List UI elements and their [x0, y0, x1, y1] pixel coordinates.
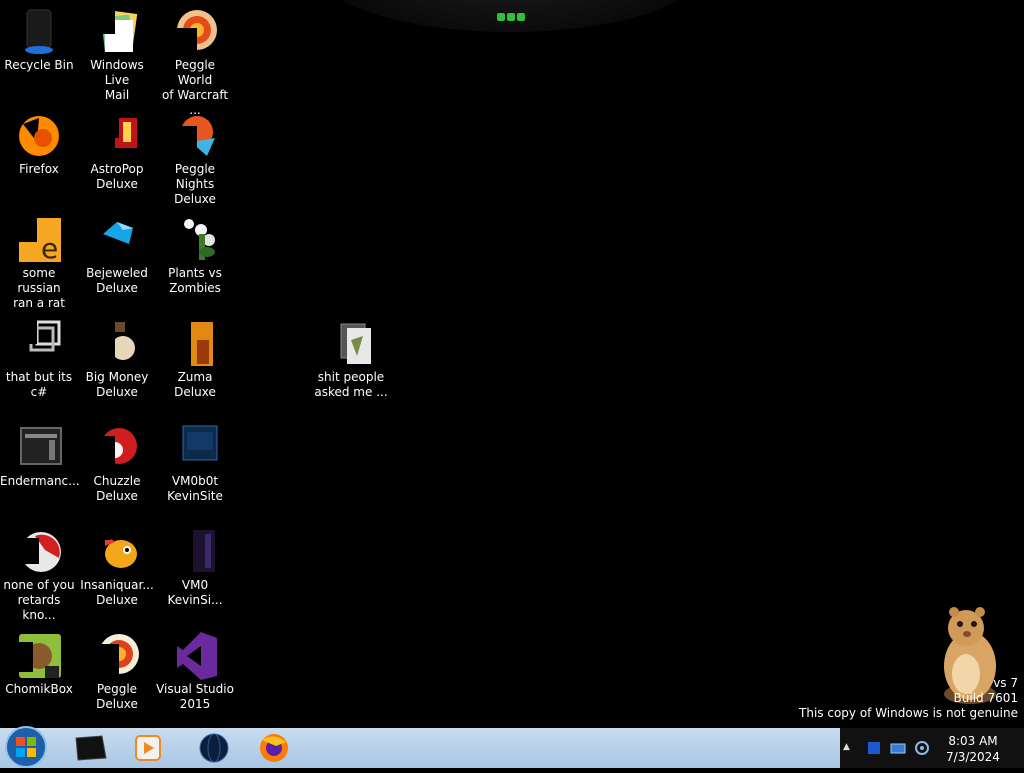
icon-label: Insaniquar... Deluxe: [80, 578, 154, 607]
icon-label: Peggle World of Warcraft ...: [161, 58, 229, 117]
volume-tray-icon[interactable]: [914, 740, 930, 756]
icon-label: Peggle Nights Deluxe: [174, 162, 216, 206]
icon-label: Plants vs Zombies: [168, 266, 222, 295]
watermark-line-2: Build 7601: [953, 691, 1018, 705]
peggle-deluxe-icon: [93, 632, 141, 680]
zuma-deluxe-icon: [171, 320, 219, 368]
desktop-icon-chuzzle-deluxe[interactable]: Chuzzle Deluxe: [78, 424, 156, 504]
icon-label: Firefox: [19, 162, 59, 176]
desktop-icon-insaniquarium-deluxe[interactable]: Insaniquar... Deluxe: [78, 528, 156, 608]
desktop[interactable]: Recycle Bin Firefox e some russian ran a…: [0, 0, 1024, 728]
icon-label: shit people asked me ...: [314, 370, 388, 399]
icon-label: Endermanc...: [0, 474, 80, 488]
desktop-icon-firefox[interactable]: Firefox: [0, 112, 78, 177]
bejeweled-deluxe-icon: [93, 216, 141, 264]
windows-live-mail-icon: [93, 8, 141, 56]
desktop-icon-peggle-world-of-warcraft[interactable]: Peggle World of Warcraft ...: [156, 8, 234, 118]
desktop-icon-zuma-deluxe[interactable]: Zuma Deluxe: [156, 320, 234, 400]
taskbar-app-media-player[interactable]: [120, 730, 176, 766]
desktop-icon-vm0b0t-kevinsite[interactable]: VM0b0t KevinSite: [156, 424, 234, 504]
desktop-icon-visual-studio-2015[interactable]: Visual Studio 2015: [156, 632, 234, 712]
network-tray-icon[interactable]: [890, 740, 906, 756]
icon-label: VM0b0t KevinSite: [167, 474, 223, 503]
icon-label: ChomikBox: [5, 682, 73, 696]
icon-label: none of you retards kno...: [3, 578, 75, 622]
folder-icon: [327, 320, 375, 368]
icon-label: AstroPop Deluxe: [90, 162, 144, 191]
windows-start-orb-icon: [5, 726, 47, 768]
desktop-icon-vm0-kevinsite[interactable]: VM0 KevinSi...: [156, 528, 234, 608]
desktop-icon-recycle-bin[interactable]: Recycle Bin: [0, 8, 78, 73]
chomikbox-icon: [15, 632, 63, 680]
astropop-deluxe-icon: [93, 112, 141, 160]
start-button[interactable]: [4, 725, 48, 769]
icon-label: that but its c#: [5, 370, 73, 399]
desktop-icon-big-money-deluxe[interactable]: Big Money Deluxe: [78, 320, 156, 400]
desktop-icon-plants-vs-zombies[interactable]: Plants vs Zombies: [156, 216, 234, 296]
icon-label: some russian ran a rat: [13, 266, 65, 310]
chuzzle-deluxe-icon: [93, 424, 141, 472]
recycle-bin-icon: [15, 8, 63, 56]
desktop-icon-some-russian-ran-a-rat[interactable]: e some russian ran a rat: [0, 216, 78, 311]
firefox-icon: [15, 112, 63, 160]
watermark-line-1: vs 7: [993, 676, 1018, 690]
globe-app-icon: [199, 733, 229, 763]
some-russian-ran-a-rat-icon: e: [15, 216, 63, 264]
desktop-icon-windows-live-mail[interactable]: Windows Live Mail: [78, 8, 156, 103]
clock-time: 8:03 AM: [948, 734, 998, 748]
svg-text:e: e: [41, 232, 58, 264]
firefox-icon: [260, 734, 288, 762]
desktop-icon-chomikbox[interactable]: ChomikBox: [0, 632, 78, 697]
desktop-icon-peggle-nights-deluxe[interactable]: Peggle Nights Deluxe: [156, 112, 234, 207]
desktop-icon-bejeweled-deluxe[interactable]: Bejeweled Deluxe: [78, 216, 156, 296]
icon-label: Recycle Bin: [4, 58, 74, 72]
peggle-nights-deluxe-icon: [171, 112, 219, 160]
icon-label: Zuma Deluxe: [174, 370, 216, 399]
insaniquarium-deluxe-icon: [93, 528, 141, 576]
green-indicator-icon: [497, 6, 527, 21]
windows-genuine-watermark: vs 7 Build 7601 This copy of Windows is …: [799, 676, 1018, 721]
desktop-icon-folder[interactable]: shit people asked me ...: [312, 320, 390, 400]
icon-label: Chuzzle Deluxe: [93, 474, 141, 503]
clock-date: 7/3/2024: [946, 750, 1000, 764]
icon-label: Bejeweled Deluxe: [86, 266, 148, 295]
icon-label: VM0 KevinSi...: [167, 578, 223, 607]
desktop-icon-that-but-its-csharp[interactable]: that but its c#: [0, 320, 78, 400]
vm0-kevinsite-icon: [171, 528, 219, 576]
icon-label: Windows Live Mail: [90, 58, 144, 102]
blue-app-tray-icon[interactable]: [866, 740, 882, 756]
desktop-icon-peggle-deluxe[interactable]: Peggle Deluxe: [78, 632, 156, 712]
watermark-line-3: This copy of Windows is not genuine: [799, 706, 1018, 720]
peggle-world-of-warcraft-icon: [171, 8, 219, 56]
icon-label: Peggle Deluxe: [96, 682, 138, 711]
taskbar-app-firefox[interactable]: [246, 730, 302, 766]
none-of-you-icon: [15, 528, 63, 576]
icon-label: Big Money Deluxe: [85, 370, 149, 399]
taskbar-app-globe[interactable]: [186, 730, 242, 766]
visual-studio-2015-icon: [171, 632, 219, 680]
desktop-icon-none-of-you[interactable]: none of you retards kno...: [0, 528, 78, 623]
shortcut-stack-icon: [15, 320, 63, 368]
big-money-deluxe-icon: [93, 320, 141, 368]
plants-vs-zombies-icon: [171, 216, 219, 264]
windows-media-player-icon: [135, 735, 161, 761]
show-hidden-icons-button[interactable]: ▲: [843, 742, 850, 752]
black-box-app-icon: [75, 735, 107, 761]
taskbar-clock[interactable]: 8:03 AM 7/3/2024: [940, 733, 1006, 765]
desktop-icon-astropop-deluxe[interactable]: AstroPop Deluxe: [78, 112, 156, 192]
vm0b0t-kevinsite-icon: [171, 424, 219, 472]
icon-label: Visual Studio 2015: [156, 682, 234, 711]
taskbar-app-black-box[interactable]: [62, 730, 118, 766]
endermanch-icon: [15, 424, 63, 472]
desktop-icon-endermanch[interactable]: Endermanc...: [0, 424, 80, 489]
